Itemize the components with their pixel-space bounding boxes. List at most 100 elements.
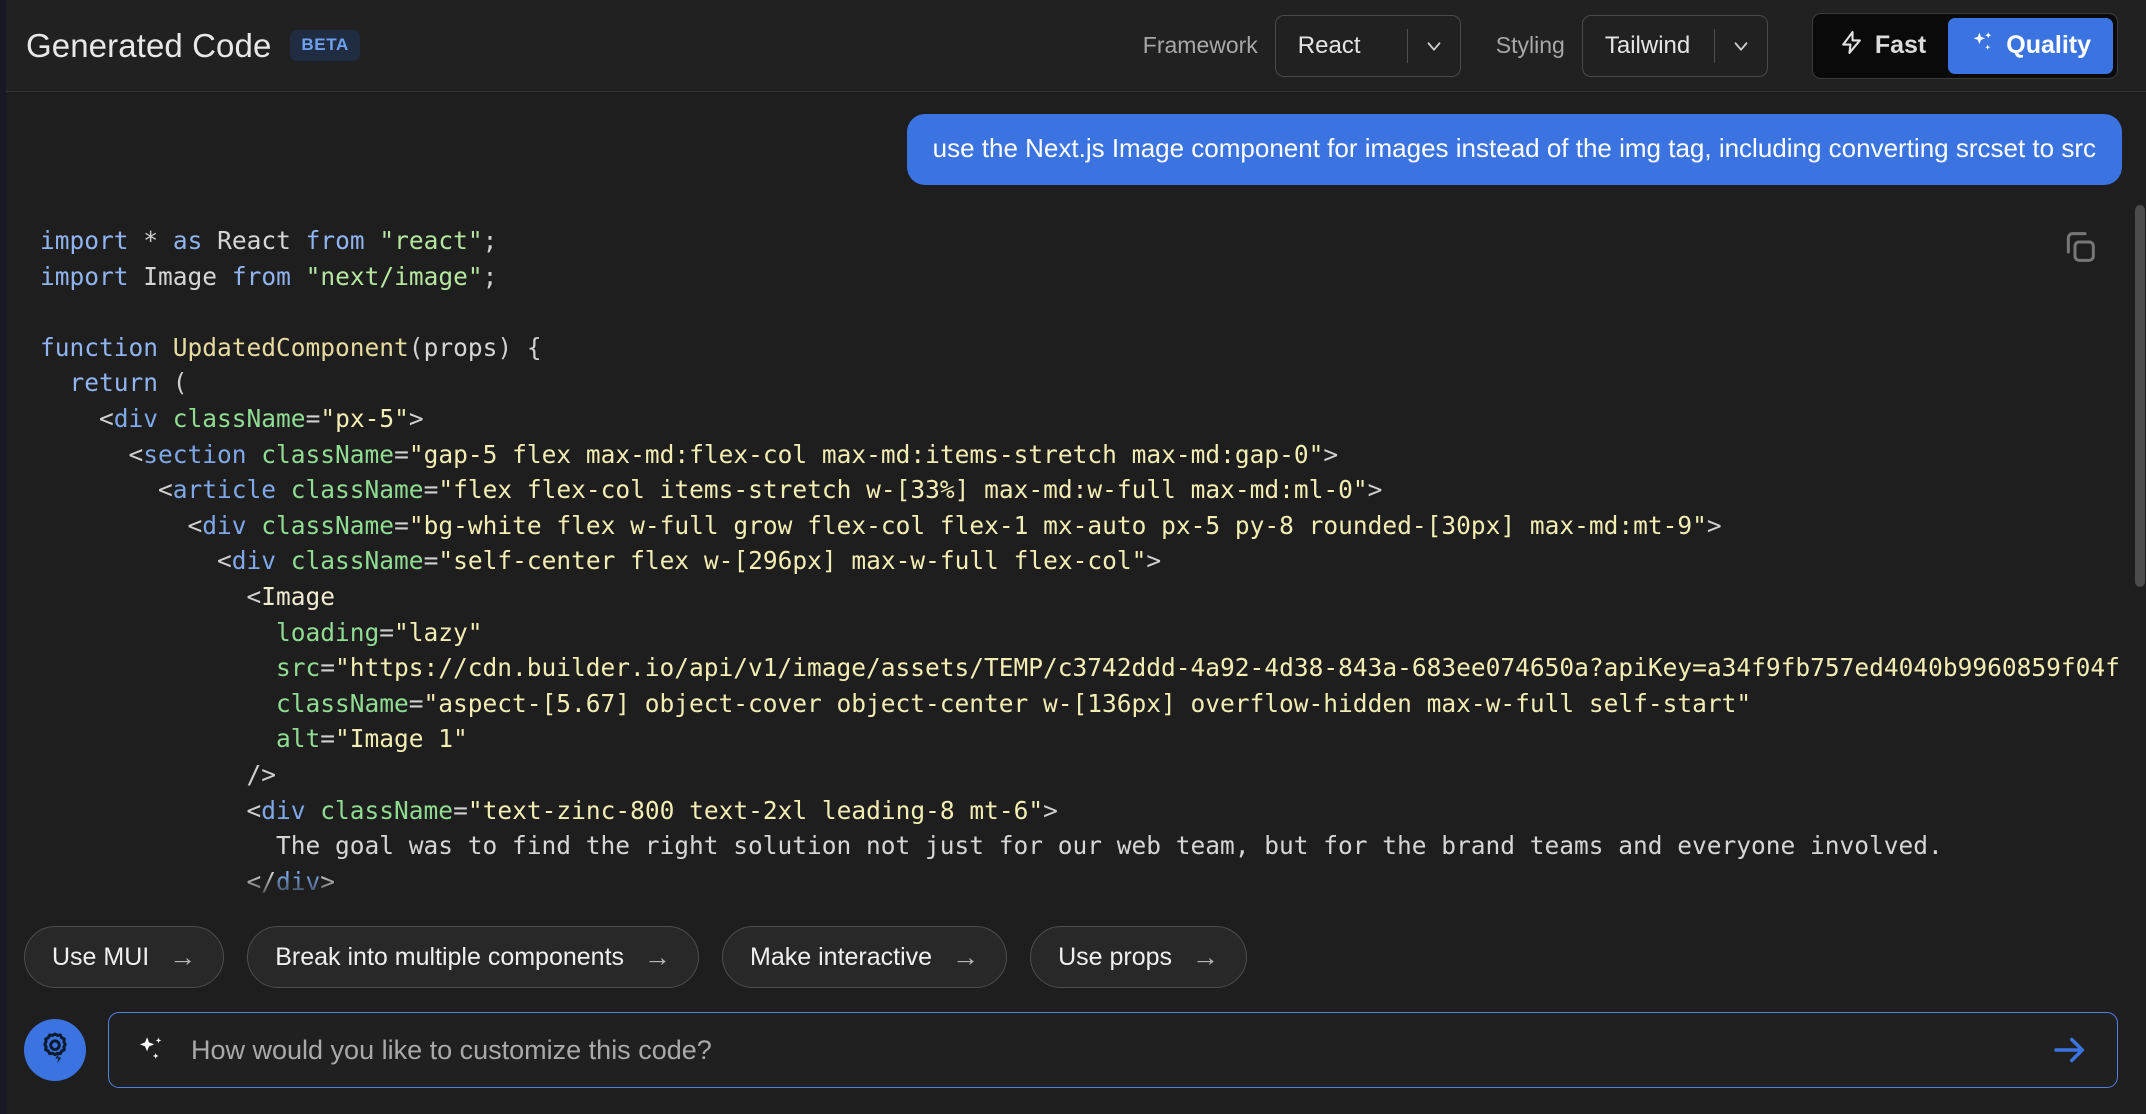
code-token: = <box>453 796 468 825</box>
user-message-bubble: use the Next.js Image component for imag… <box>907 114 2122 185</box>
generation-mode-toggle: Fast Quality <box>1812 13 2118 79</box>
code-scrollbar[interactable] <box>2134 205 2146 912</box>
gear-bolt-icon <box>36 1029 74 1072</box>
code-token: = <box>453 902 468 912</box>
page-title: Generated Code <box>26 27 271 65</box>
code-token: Image <box>143 262 217 291</box>
mode-fast-button[interactable]: Fast <box>1817 18 1948 74</box>
code-token: className <box>261 440 394 469</box>
framework-label: Framework <box>1143 32 1258 59</box>
code-token: = <box>424 475 439 504</box>
code-token: "react" <box>379 226 482 255</box>
prompt-input-field[interactable] <box>108 1012 2118 1088</box>
code-token: loading <box>276 618 379 647</box>
arrow-right-icon: → <box>952 944 979 971</box>
lightning-bolt-icon <box>1839 30 1864 62</box>
code-token: "text-zinc-800 text-2xl leading-8 mt-6" <box>468 796 1043 825</box>
styling-label: Styling <box>1496 32 1565 59</box>
suggestion-chip-label: Use MUI <box>52 943 149 972</box>
code-token: > <box>1707 511 1722 540</box>
code-token <box>365 226 380 255</box>
framework-select-value: React <box>1276 32 1407 60</box>
suggestion-chip[interactable]: Use props→ <box>1030 926 1247 988</box>
code-token: React <box>217 226 291 255</box>
panel-header: Generated Code BETA Framework React Styl… <box>0 0 2146 92</box>
code-token: "gap-5 flex max-md:flex-col max-md:items… <box>409 440 1324 469</box>
code-token: < <box>40 404 114 433</box>
code-token <box>306 796 321 825</box>
mode-fast-label: Fast <box>1875 31 1926 60</box>
arrow-right-icon: → <box>169 944 196 971</box>
code-token: /> <box>40 760 276 789</box>
styling-select-value: Tailwind <box>1583 32 1714 60</box>
code-token: className <box>261 511 394 540</box>
code-token: "flex w-[107px] max-w-full items-stretch… <box>468 902 2091 912</box>
code-token: "https://cdn.builder.io/api/v1/image/ass… <box>335 653 2120 682</box>
suggestion-chips: Use MUI→Break into multiple components→M… <box>0 912 2146 1004</box>
code-token: Image <box>261 582 335 611</box>
code-token <box>291 226 306 255</box>
code-token: div <box>232 546 276 575</box>
code-token: = <box>394 511 409 540</box>
code-token: = <box>379 618 394 647</box>
scrollbar-thumb[interactable] <box>2135 205 2145 587</box>
code-token: className <box>173 404 306 433</box>
code-token: "next/image" <box>306 262 483 291</box>
code-token: div <box>261 902 305 912</box>
code-token: < <box>40 582 261 611</box>
code-token: className <box>276 689 409 718</box>
code-token: props <box>424 333 498 362</box>
suggestion-chip-label: Break into multiple components <box>275 943 624 972</box>
code-token: "Image 1" <box>335 724 468 753</box>
code-token <box>306 902 321 912</box>
arrow-right-icon: → <box>644 944 671 971</box>
code-token: src <box>276 653 320 682</box>
code-token: className <box>320 902 453 912</box>
code-token: > <box>1043 796 1058 825</box>
code-token: className <box>291 546 424 575</box>
code-token: = <box>394 440 409 469</box>
styling-select[interactable]: Tailwind <box>1582 15 1768 77</box>
code-token <box>276 546 291 575</box>
code-token: < <box>40 546 232 575</box>
code-token: function <box>40 333 158 362</box>
code-token <box>202 226 217 255</box>
copy-icon[interactable] <box>2060 227 2100 267</box>
code-token <box>247 440 262 469</box>
code-token: section <box>143 440 246 469</box>
framework-select[interactable]: React <box>1275 15 1461 77</box>
code-token: > <box>1368 475 1383 504</box>
code-token <box>40 618 276 647</box>
mode-quality-button[interactable]: Quality <box>1948 18 2113 74</box>
code-token: > <box>409 404 424 433</box>
chevron-down-icon <box>1408 35 1460 57</box>
code-token: = <box>320 653 335 682</box>
code-token: "aspect-[5.67] object-cover object-cente… <box>424 689 1752 718</box>
settings-button[interactable] <box>24 1019 86 1081</box>
code-token: as <box>173 226 203 255</box>
code-token <box>217 262 232 291</box>
code-token: article <box>173 475 276 504</box>
code-token: > <box>1323 440 1338 469</box>
code-scroll-region[interactable]: import * as React from "react"; import I… <box>0 205 2132 912</box>
code-token: = <box>409 689 424 718</box>
code-token: className <box>291 475 424 504</box>
code-token: "px-5" <box>320 404 409 433</box>
suggestion-chip[interactable]: Break into multiple components → <box>247 926 699 988</box>
code-token: > <box>320 867 335 896</box>
suggestion-chip[interactable]: Make interactive→ <box>722 926 1007 988</box>
code-token: alt <box>276 724 320 753</box>
prompt-input[interactable] <box>191 1035 2025 1066</box>
code-token: The goal was to find the right solution … <box>40 831 1943 860</box>
code-token: < <box>40 511 202 540</box>
code-token: < <box>40 475 173 504</box>
chevron-down-icon <box>1715 35 1767 57</box>
code-token: > <box>1146 546 1161 575</box>
styling-control: Styling Tailwind <box>1496 15 1803 77</box>
code-token <box>40 368 70 397</box>
suggestion-chip[interactable]: Use MUI → <box>24 926 224 988</box>
code-token: from <box>306 226 365 255</box>
arrow-right-icon[interactable] <box>2047 1027 2093 1073</box>
code-token: import <box>40 262 129 291</box>
suggestion-chip-label: Use props <box>1058 943 1172 972</box>
